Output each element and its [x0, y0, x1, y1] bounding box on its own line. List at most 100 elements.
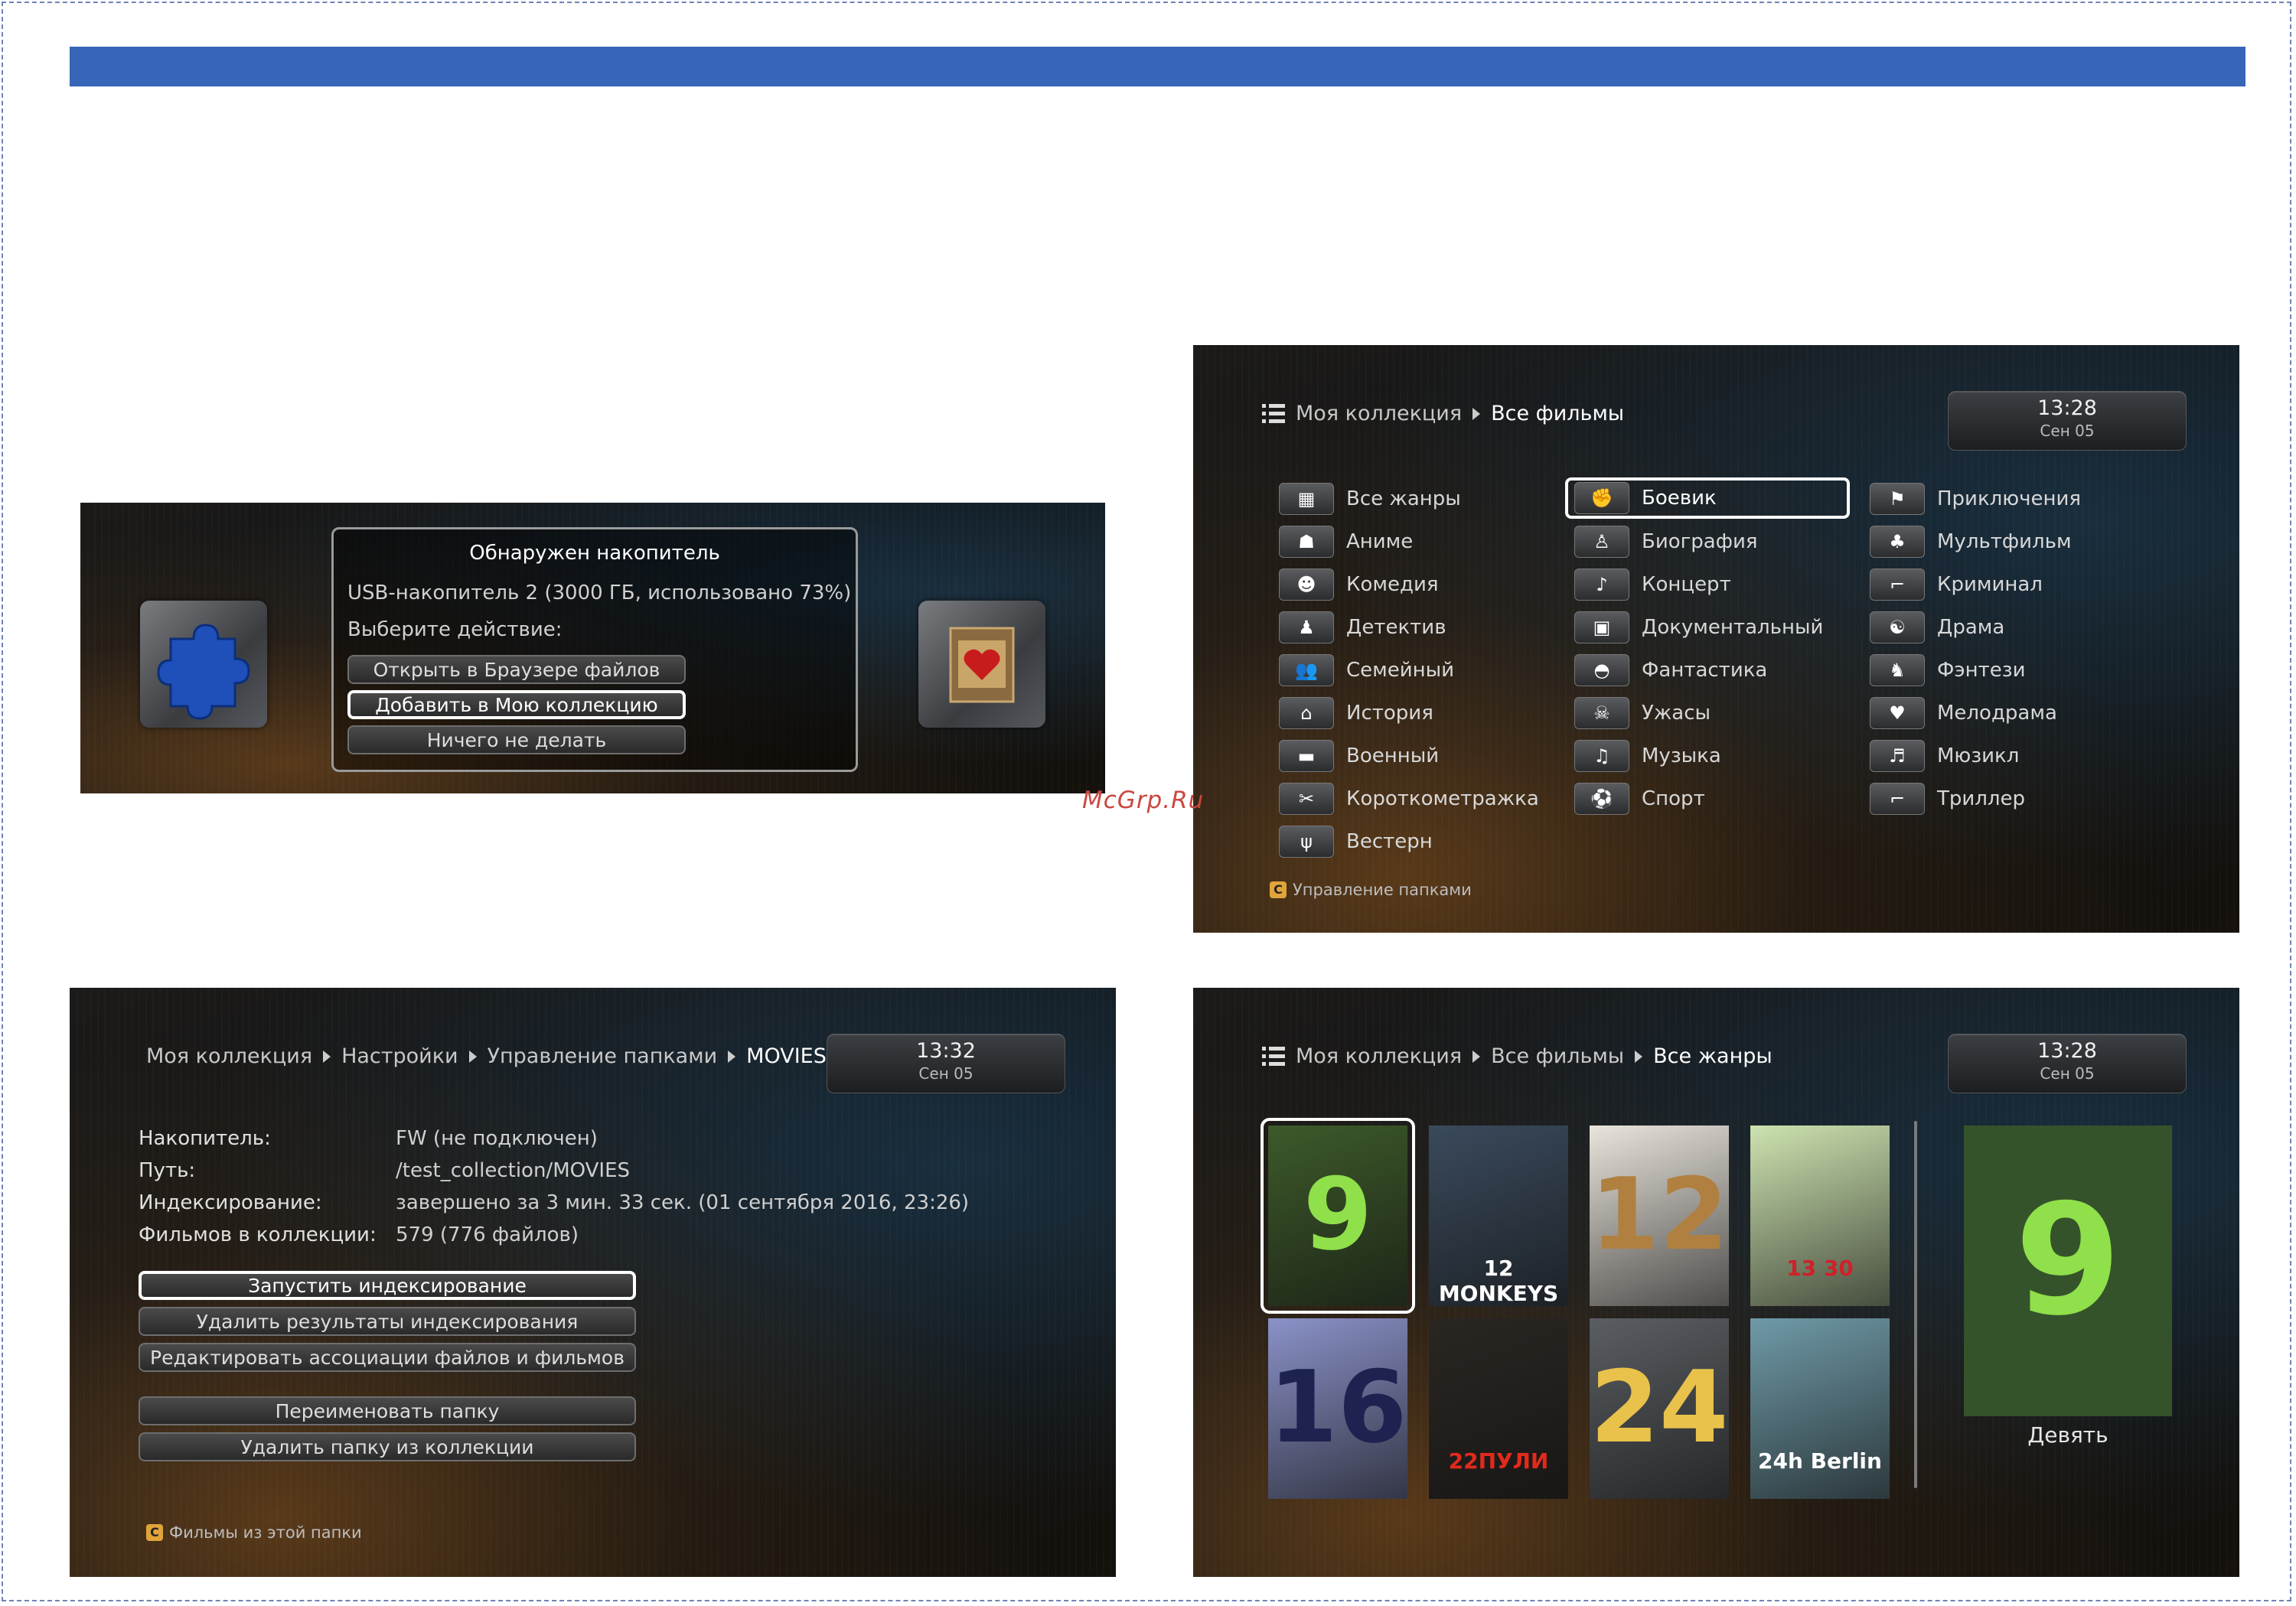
genre-item[interactable]: ☗ Аниме: [1279, 526, 1413, 558]
movie-poster[interactable]: 16: [1268, 1318, 1407, 1499]
cactus-icon: ψ: [1279, 826, 1334, 858]
genre-item[interactable]: ♫ Музыка: [1574, 740, 1721, 772]
poster-title: 12: [1590, 1156, 1729, 1272]
microphone-icon: ♪: [1574, 568, 1629, 601]
clock-time: 13:28: [2037, 1039, 2097, 1063]
footer-label[interactable]: Фильмы из этой папки: [169, 1523, 362, 1542]
device-info: USB-накопитель 2 (3000 ГБ, использовано …: [347, 581, 852, 604]
genre-label: Приключения: [1937, 487, 2082, 510]
add-to-collection-button[interactable]: Добавить в Мою коллекцию: [347, 690, 686, 719]
breadcrumb: Моя коллекция Все фильмы: [1262, 402, 1624, 425]
breadcrumb-item[interactable]: Настройки: [341, 1044, 458, 1068]
info-key: Индексирование:: [139, 1191, 322, 1214]
genre-item[interactable]: ♬ Мюзикл: [1870, 740, 2019, 772]
preview-poster-art: 9: [2014, 1171, 2122, 1350]
footer-label[interactable]: Управление папками: [1293, 881, 1472, 899]
genre-item[interactable]: ⚑ Приключения: [1870, 483, 2081, 515]
poster-title: 24h Berlin: [1758, 1448, 1882, 1474]
movie-poster[interactable]: 24: [1590, 1318, 1729, 1499]
person-icon: ♙: [1574, 526, 1629, 558]
genre-label: Криминал: [1937, 573, 2043, 596]
c-key-icon: C: [1270, 881, 1287, 898]
genre-label: Мультфильм: [1937, 530, 2072, 553]
genre-item[interactable]: ⌐ Криминал: [1870, 568, 2043, 601]
genre-item[interactable]: ⌂ История: [1279, 697, 1433, 729]
movie-poster[interactable]: 24h Berlin: [1750, 1318, 1890, 1499]
chevron-right-icon: [1473, 407, 1481, 420]
tank-icon: ▬: [1279, 740, 1334, 772]
movie-poster[interactable]: 12 MONKEYS: [1429, 1126, 1568, 1306]
header-bar: [70, 47, 2245, 86]
genre-item[interactable]: ♣ Мультфильм: [1870, 526, 2072, 558]
storage-dialog: Обнаружен накопитель USB-накопитель 2 (3…: [331, 527, 858, 772]
genre-item[interactable]: ◓ Фантастика: [1574, 654, 1767, 686]
genre-item[interactable]: ♙ Биография: [1574, 526, 1758, 558]
movie-poster[interactable]: 13 30: [1750, 1126, 1890, 1306]
genre-label: Биография: [1642, 530, 1758, 553]
clock-time: 13:28: [2037, 396, 2097, 420]
breadcrumb-item[interactable]: Управление папками: [488, 1044, 718, 1068]
genre-label: Аниме: [1346, 530, 1414, 553]
dialog-title: Обнаружен накопитель: [469, 542, 720, 565]
info-value: FW (не подключен): [396, 1127, 598, 1150]
film-heart-icon: [918, 601, 1045, 728]
rename-folder-button[interactable]: Переименовать папку: [139, 1396, 636, 1425]
masks-icon: ☯: [1870, 611, 1925, 643]
movie-poster[interactable]: 9: [1261, 1118, 1415, 1314]
remove-folder-button[interactable]: Удалить папку из коллекции: [139, 1432, 636, 1461]
genre-item[interactable]: ⚽ Спорт: [1574, 783, 1705, 815]
pistol-icon: ⌐: [1870, 783, 1925, 815]
genre-item[interactable]: ▣ Документальный: [1574, 611, 1823, 643]
info-key: Путь:: [139, 1159, 196, 1182]
chevron-right-icon: [468, 1050, 477, 1063]
delete-index-button[interactable]: Удалить результаты индексирования: [139, 1307, 636, 1336]
genre-item[interactable]: ✂ Короткометражка: [1279, 783, 1539, 815]
genre-item[interactable]: 👥 Семейный: [1279, 654, 1454, 686]
gun-icon: ⌐: [1870, 568, 1925, 601]
tickets-icon: ♬: [1870, 740, 1925, 772]
genre-item[interactable]: ▦ Все жанры: [1279, 483, 1461, 515]
genre-item[interactable]: ♟ Детектив: [1279, 611, 1446, 643]
grid-scrollbar[interactable]: [1914, 1121, 1917, 1488]
breadcrumb-item[interactable]: Все фильмы: [1491, 1044, 1624, 1068]
poster-title: 24: [1590, 1349, 1729, 1465]
edit-associations-button[interactable]: Редактировать ассоциации файлов и фильмо…: [139, 1343, 636, 1372]
genre-label: Концерт: [1642, 573, 1731, 596]
genre-item[interactable]: ψ Вестерн: [1279, 826, 1433, 858]
movie-poster[interactable]: 12: [1590, 1126, 1729, 1306]
ufo-icon: ◓: [1574, 654, 1629, 686]
genre-item[interactable]: ▬ Военный: [1279, 740, 1439, 772]
clock-date: Сен 05: [2040, 422, 2095, 440]
do-nothing-button[interactable]: Ничего не делать: [347, 725, 686, 754]
genre-item[interactable]: ⌐ Триллер: [1870, 783, 2025, 815]
poster-title: 9: [1303, 1156, 1373, 1272]
info-key: Фильмов в коллекции:: [139, 1223, 377, 1246]
fighter-icon: ✊: [1574, 482, 1629, 514]
open-file-browser-button[interactable]: Открыть в Браузере файлов: [347, 655, 686, 684]
detective-icon: ♟: [1279, 611, 1334, 643]
puzzle-icon: [140, 601, 267, 728]
breadcrumb-current: Все фильмы: [1491, 402, 1625, 425]
breadcrumb-item[interactable]: Моя коллекция: [1296, 402, 1462, 425]
genre-item[interactable]: ☻ Комедия: [1279, 568, 1439, 601]
breadcrumb-item[interactable]: Моя коллекция: [146, 1044, 312, 1068]
movie-poster[interactable]: 22ПУЛИ: [1429, 1318, 1568, 1499]
clock-time: 13:32: [916, 1039, 976, 1063]
scream-icon: ☠: [1574, 697, 1629, 729]
screen-folder-settings: Моя коллекция Настройки Управление папка…: [70, 988, 1116, 1577]
genre-item[interactable]: ✊ Боевик: [1565, 477, 1850, 519]
poster-title: 22ПУЛИ: [1448, 1448, 1549, 1474]
genre-item[interactable]: ♥ Мелодрама: [1870, 697, 2057, 729]
cartoon-icon: ♣: [1870, 526, 1925, 558]
breadcrumb: Моя коллекция Настройки Управление папка…: [146, 1044, 827, 1068]
breadcrumb-item[interactable]: Моя коллекция: [1296, 1044, 1462, 1068]
watermark: McGrp.Ru: [1082, 787, 1205, 814]
genre-item[interactable]: ♪ Концерт: [1574, 568, 1731, 601]
genre-item[interactable]: ☠ Ужасы: [1574, 697, 1711, 729]
c-key-icon: C: [146, 1524, 163, 1541]
genre-item[interactable]: ♞ Фэнтези: [1870, 654, 2026, 686]
genre-label: Фэнтези: [1937, 659, 2026, 682]
start-indexing-button[interactable]: Запустить индексирование: [139, 1271, 636, 1300]
genre-label: Детектив: [1346, 616, 1446, 639]
genre-item[interactable]: ☯ Драма: [1870, 611, 2004, 643]
